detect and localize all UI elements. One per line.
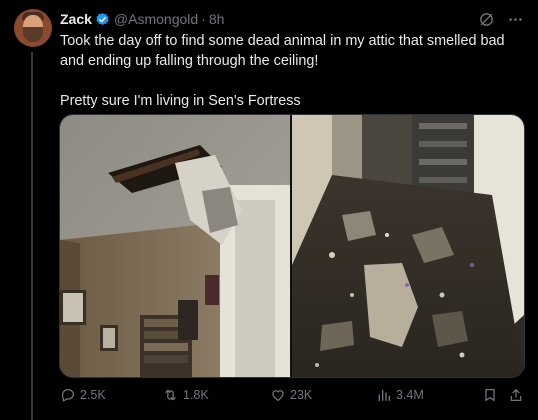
action-bar: 2.5K 1.8K 23K 3.4M xyxy=(60,387,526,407)
share-icon xyxy=(508,387,524,403)
photo-ceiling-hole[interactable] xyxy=(60,115,290,377)
views-button[interactable]: 3.4M xyxy=(376,387,424,403)
like-button[interactable]: 23K xyxy=(270,387,312,403)
tweet-header: Zack @Asmongold · 8h xyxy=(60,10,224,28)
author-name[interactable]: Zack xyxy=(60,11,92,27)
bookmark-button[interactable] xyxy=(482,387,498,403)
views-count: 3.4M xyxy=(396,388,424,402)
tweet-text-line-1: Took the day off to find some dead anima… xyxy=(60,33,505,69)
grok-icon[interactable] xyxy=(478,11,495,28)
author-handle[interactable]: @Asmongold xyxy=(114,11,198,27)
share-button[interactable] xyxy=(508,387,524,403)
views-icon xyxy=(376,387,392,403)
separator-dot: · xyxy=(201,11,206,27)
reply-count: 2.5K xyxy=(80,388,106,402)
avatar-beard xyxy=(23,27,43,42)
like-count: 23K xyxy=(290,388,313,402)
avatar[interactable] xyxy=(14,9,52,47)
media-grid[interactable] xyxy=(59,114,525,378)
reply-icon xyxy=(60,387,76,403)
bookmark-icon xyxy=(482,387,498,403)
repost-icon xyxy=(162,387,179,403)
tweet-card[interactable]: Zack @Asmongold · 8h Took the day off to… xyxy=(0,0,538,420)
top-right-icons xyxy=(478,11,524,28)
more-icon[interactable] xyxy=(507,11,524,28)
thread-line xyxy=(31,52,33,420)
tweet-text: Took the day off to find some dead anima… xyxy=(60,31,528,111)
photo-debris-floor[interactable] xyxy=(292,115,524,377)
reply-button[interactable]: 2.5K xyxy=(60,387,106,403)
repost-button[interactable]: 1.8K xyxy=(162,387,209,403)
tweet-text-line-2: Pretty sure I'm living in Sen's Fortress xyxy=(60,93,301,109)
verified-badge-icon xyxy=(95,12,110,27)
repost-count: 1.8K xyxy=(183,388,209,402)
timestamp[interactable]: 8h xyxy=(209,11,225,27)
like-icon xyxy=(270,387,286,403)
